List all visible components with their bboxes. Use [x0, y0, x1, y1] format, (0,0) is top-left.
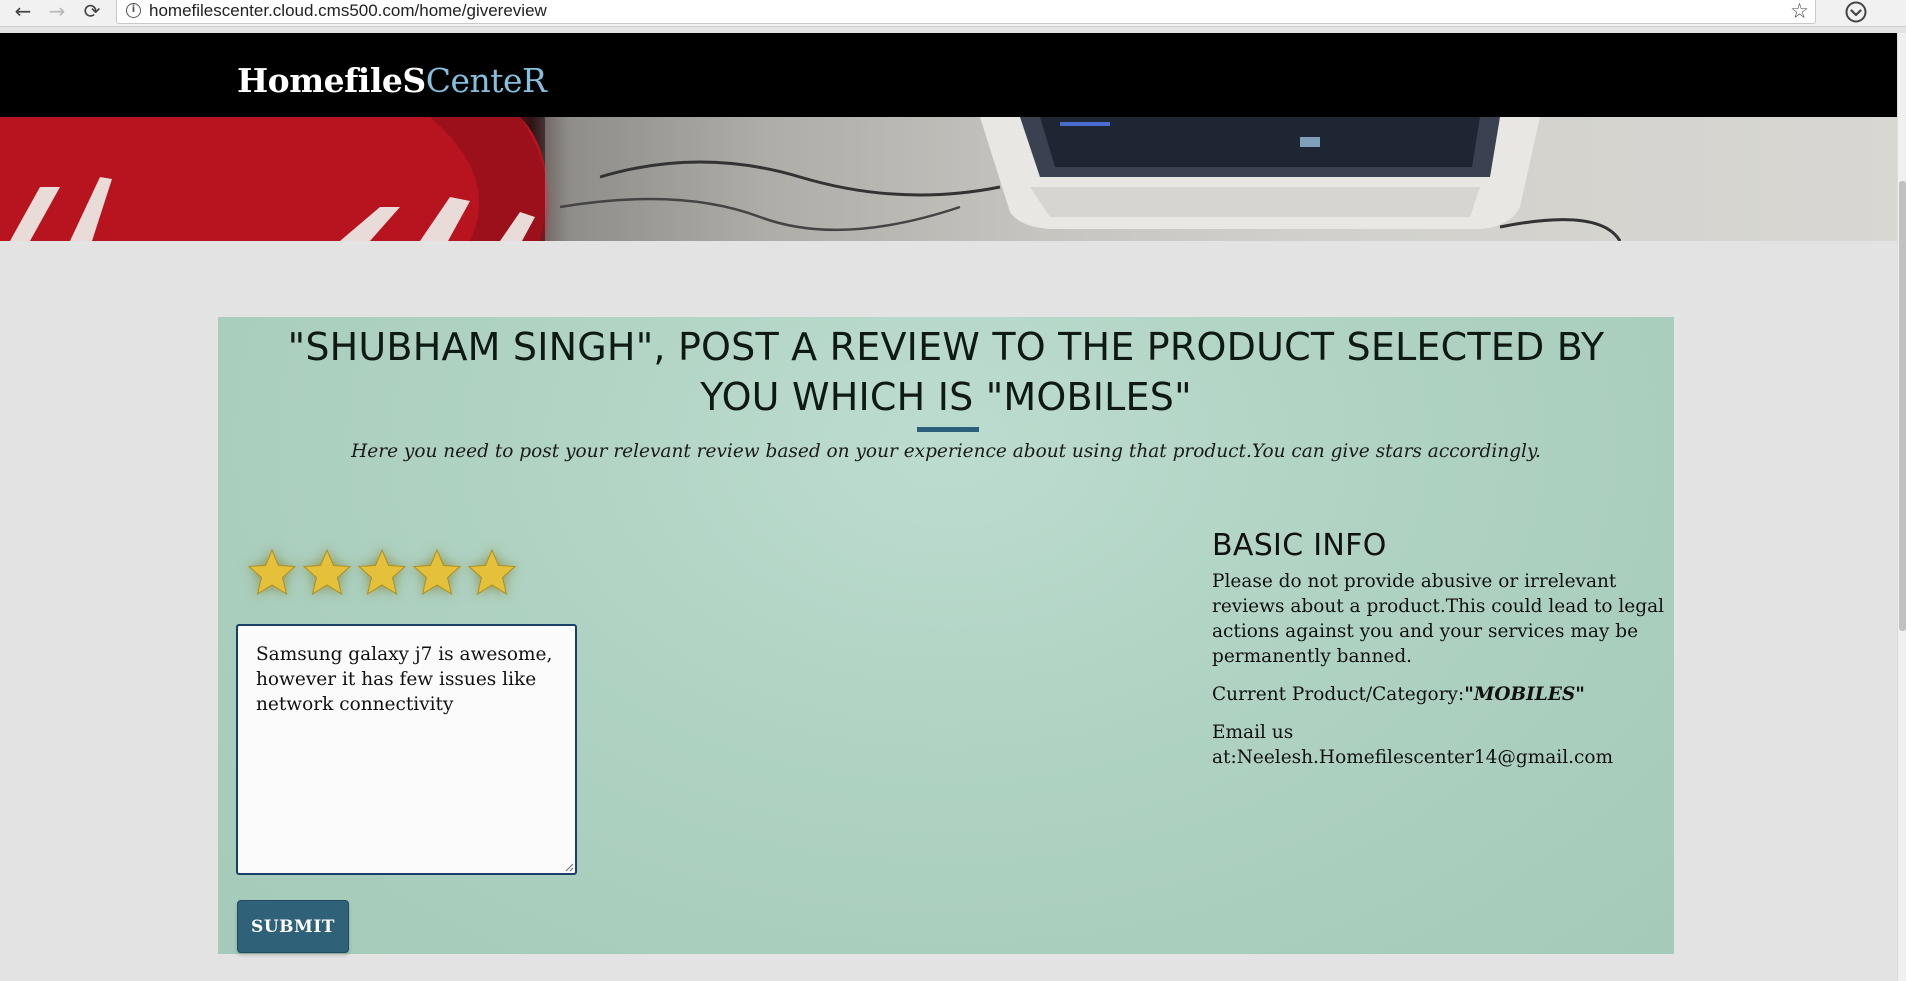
page-title: "SHUBHAM SINGH", POST A REVIEW TO THE PR… — [287, 325, 1605, 419]
star-rating-icon-2[interactable] — [301, 547, 353, 599]
current-product-label: Current Product/Category: — [1212, 684, 1465, 705]
basic-info-notice: Please do not provide abusive or irrelev… — [1212, 571, 1665, 667]
submit-button[interactable]: SUBMIT — [237, 900, 349, 953]
star-rating-icon-3[interactable] — [356, 547, 408, 599]
current-product-value: "MOBILES" — [1464, 684, 1585, 705]
review-panel: "SHUBHAM SINGH", POST A REVIEW TO THE PR… — [218, 317, 1674, 954]
scrollbar-thumb[interactable] — [1899, 181, 1906, 631]
bookmark-star-icon[interactable]: ☆ — [1790, 0, 1809, 23]
site-logo[interactable]: HomefileSCenteR — [237, 61, 547, 100]
star-rating — [246, 547, 576, 599]
back-icon[interactable]: ← — [10, 0, 36, 24]
reload-icon[interactable]: ⟳ — [79, 0, 105, 24]
logo-part-homefiles: HomefileS — [237, 61, 426, 100]
star-rating-icon-5[interactable] — [466, 547, 518, 599]
site-header: HomefileSCenteR — [0, 33, 1897, 117]
hero-banner-image — [0, 117, 1897, 241]
resize-grip-icon[interactable] — [564, 862, 574, 872]
url-text[interactable]: homefilescenter.cloud.cms500.com/home/gi… — [149, 1, 547, 21]
page-subtitle: Here you need to post your relevant revi… — [351, 441, 1541, 462]
title-underline-divider — [917, 427, 979, 432]
pocket-icon[interactable] — [1844, 0, 1868, 24]
address-bar[interactable]: i homefilescenter.cloud.cms500.com/home/… — [116, 0, 1816, 24]
current-product-line: Current Product/Category:"MOBILES" — [1212, 682, 1672, 707]
star-rating-icon-4[interactable] — [411, 547, 463, 599]
logo-part-center: CenteR — [425, 61, 547, 100]
contact-email: Email us at:Neelesh.Homefilescenter14@gm… — [1212, 722, 1614, 768]
page-scrollbar[interactable] — [1897, 33, 1906, 981]
star-rating-icon-1[interactable] — [246, 547, 298, 599]
review-textarea[interactable]: Samsung galaxy j7 is awesome, however it… — [236, 624, 577, 875]
basic-info-section: BASIC INFO Please do not provide abusive… — [1212, 528, 1672, 783]
site-info-icon[interactable]: i — [126, 3, 141, 18]
basic-info-heading: BASIC INFO — [1212, 528, 1387, 563]
browser-toolbar: ← → ⟳ i homefilescenter.cloud.cms500.com… — [0, 0, 1906, 27]
forward-icon[interactable]: → — [44, 0, 70, 24]
